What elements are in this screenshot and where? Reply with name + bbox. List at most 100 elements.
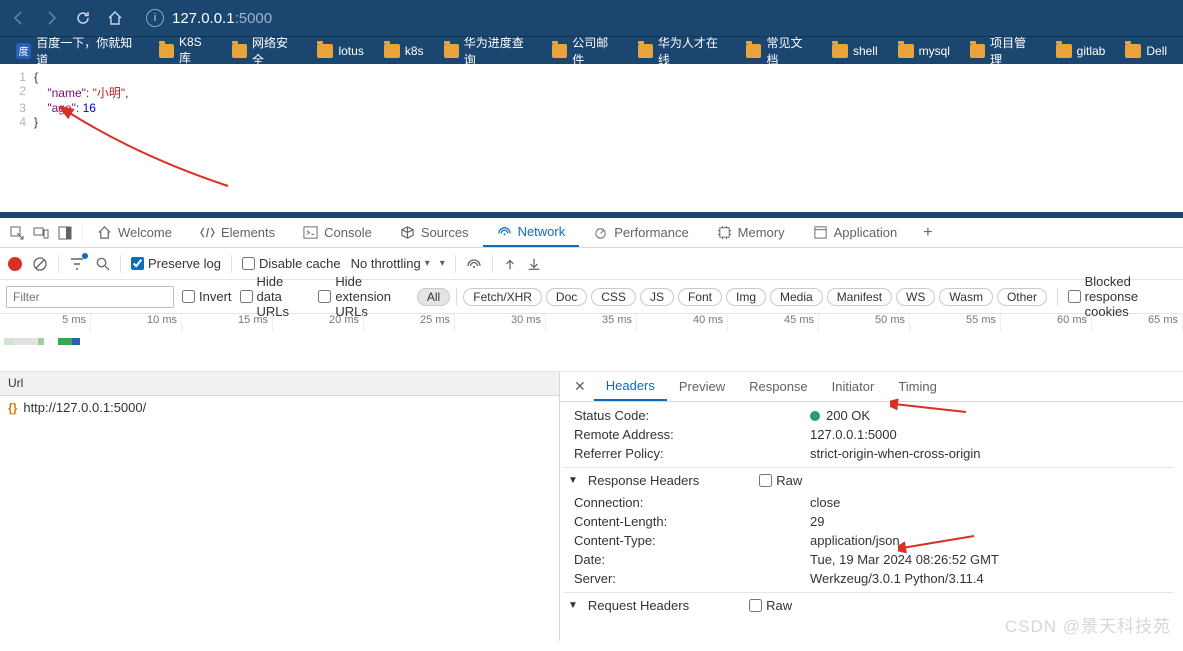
type-filter-doc[interactable]: Doc bbox=[546, 288, 587, 306]
bookmark-label: 华为进度查询 bbox=[464, 34, 532, 68]
folder-icon bbox=[1125, 44, 1141, 58]
type-filter-js[interactable]: JS bbox=[640, 288, 674, 306]
json-icon: {} bbox=[8, 401, 17, 415]
dock-side-icon[interactable] bbox=[56, 224, 74, 242]
bookmark-item[interactable]: Dell bbox=[1117, 42, 1175, 60]
bookmark-item[interactable]: shell bbox=[824, 42, 886, 60]
bookmark-item[interactable]: gitlab bbox=[1048, 42, 1114, 60]
hide-data-urls-checkbox[interactable]: Hide data URLs bbox=[240, 274, 311, 319]
more-tabs-button[interactable]: + bbox=[911, 224, 944, 242]
filter-toggle-icon[interactable] bbox=[69, 256, 85, 272]
url-text: 127.0.0.1:5000 bbox=[172, 10, 272, 27]
export-har-icon[interactable] bbox=[527, 257, 541, 271]
close-details-button[interactable]: ✕ bbox=[566, 378, 594, 395]
details-tab-headers[interactable]: Headers bbox=[594, 372, 667, 401]
timeline-tick: 30 ms bbox=[455, 314, 546, 332]
devtools-tabs: WelcomeElementsConsoleSourcesNetworkPerf… bbox=[0, 218, 1183, 248]
details-tab-preview[interactable]: Preview bbox=[667, 372, 737, 401]
timeline-tick: 5 ms bbox=[0, 314, 91, 332]
devtools-tab-network[interactable]: Network bbox=[483, 218, 580, 247]
preserve-log-checkbox[interactable]: Preserve log bbox=[131, 256, 221, 271]
filter-input[interactable] bbox=[6, 286, 174, 308]
record-button[interactable] bbox=[8, 257, 22, 271]
forward-button[interactable] bbox=[40, 7, 62, 29]
devtools-tab-console[interactable]: Console bbox=[289, 218, 386, 247]
bookmark-item[interactable]: mysql bbox=[890, 42, 958, 60]
folder-icon bbox=[552, 44, 567, 58]
details-tab-response[interactable]: Response bbox=[737, 372, 820, 401]
header-row: Status Code:200 OK bbox=[564, 406, 1173, 425]
type-filter-other[interactable]: Other bbox=[997, 288, 1047, 306]
header-row: Remote Address:127.0.0.1:5000 bbox=[564, 425, 1173, 444]
invert-checkbox[interactable]: Invert bbox=[182, 289, 232, 304]
site-info-icon[interactable]: i bbox=[146, 9, 164, 27]
request-row[interactable]: {} http://127.0.0.1:5000/ bbox=[0, 396, 559, 419]
type-filter-wasm[interactable]: Wasm bbox=[939, 288, 993, 306]
device-toggle-icon[interactable] bbox=[32, 224, 50, 242]
details-tab-initiator[interactable]: Initiator bbox=[820, 372, 887, 401]
header-row: Content-Type:application/json bbox=[564, 531, 1173, 550]
timeline-tick: 55 ms bbox=[910, 314, 1001, 332]
type-filter-media[interactable]: Media bbox=[770, 288, 823, 306]
devtools-tab-application[interactable]: Application bbox=[799, 218, 912, 247]
bookmark-item[interactable]: lotus bbox=[309, 42, 371, 60]
folder-icon bbox=[898, 44, 914, 58]
blocked-cookies-checkbox[interactable]: Blocked response cookies bbox=[1068, 274, 1177, 319]
bookmark-label: lotus bbox=[338, 44, 363, 58]
devtools-tab-performance[interactable]: Performance bbox=[579, 218, 702, 247]
reload-button[interactable] bbox=[72, 7, 94, 29]
type-filter-img[interactable]: Img bbox=[726, 288, 766, 306]
bookmark-item[interactable]: k8s bbox=[376, 42, 432, 60]
details-tab-timing[interactable]: Timing bbox=[886, 372, 949, 401]
timeline[interactable]: 5 ms10 ms15 ms20 ms25 ms30 ms35 ms40 ms4… bbox=[0, 314, 1183, 372]
request-list: Url {} http://127.0.0.1:5000/ bbox=[0, 372, 560, 641]
type-filter-font[interactable]: Font bbox=[678, 288, 722, 306]
bookmark-label: gitlab bbox=[1077, 44, 1106, 58]
header-row: Server:Werkzeug/3.0.1 Python/3.11.4 bbox=[564, 569, 1173, 588]
bookmark-label: 公司邮件 bbox=[572, 34, 618, 68]
devtools-tab-elements[interactable]: Elements bbox=[186, 218, 289, 247]
caret-down-icon: ▼ bbox=[568, 600, 578, 611]
timeline-tick: 50 ms bbox=[819, 314, 910, 332]
bookmarks-bar: 度百度一下，你就知道K8S库网络安全lotusk8s华为进度查询公司邮件华为人才… bbox=[0, 36, 1183, 64]
details-tabs: ✕ HeadersPreviewResponseInitiatorTiming bbox=[560, 372, 1183, 402]
back-button[interactable] bbox=[8, 7, 30, 29]
disable-cache-checkbox[interactable]: Disable cache bbox=[242, 256, 341, 271]
search-icon[interactable] bbox=[95, 256, 110, 271]
devtools-tab-memory[interactable]: Memory bbox=[703, 218, 799, 247]
type-filter-manifest[interactable]: Manifest bbox=[827, 288, 892, 306]
type-filter-all[interactable]: All bbox=[417, 288, 450, 306]
bookmark-label: 百度一下，你就知道 bbox=[36, 34, 139, 68]
type-filter-css[interactable]: CSS bbox=[591, 288, 636, 306]
timeline-tick: 65 ms bbox=[1092, 314, 1183, 332]
inspect-icon[interactable] bbox=[8, 224, 26, 242]
throttling-select[interactable]: No throttling bbox=[351, 256, 430, 271]
timeline-tick: 15 ms bbox=[182, 314, 273, 332]
home-button[interactable] bbox=[104, 7, 126, 29]
network-conditions-icon[interactable] bbox=[466, 256, 482, 272]
status-dot-icon bbox=[810, 411, 820, 421]
header-row: Date:Tue, 19 Mar 2024 08:26:52 GMT bbox=[564, 550, 1173, 569]
raw-toggle[interactable]: Raw bbox=[759, 473, 802, 488]
hide-extension-urls-checkbox[interactable]: Hide extension URLs bbox=[318, 274, 409, 319]
request-url: http://127.0.0.1:5000/ bbox=[23, 400, 146, 415]
address-bar[interactable]: i 127.0.0.1:5000 bbox=[136, 9, 1175, 27]
bookmark-item[interactable]: K8S库 bbox=[151, 33, 220, 68]
request-headers-section[interactable]: ▼ Request Headers Raw bbox=[564, 592, 1173, 618]
folder-icon bbox=[232, 44, 247, 58]
type-filter-fetch-xhr[interactable]: Fetch/XHR bbox=[463, 288, 542, 306]
raw-toggle-2[interactable]: Raw bbox=[749, 598, 792, 613]
response-headers-section[interactable]: ▼ Response Headers Raw bbox=[564, 467, 1173, 493]
bookmark-label: 常见文档 bbox=[766, 34, 812, 68]
caret-down-icon: ▼ bbox=[568, 475, 578, 486]
baidu-icon: 度 bbox=[16, 43, 31, 59]
devtools-tab-welcome[interactable]: Welcome bbox=[83, 218, 186, 247]
type-filter-ws[interactable]: WS bbox=[896, 288, 935, 306]
bookmark-label: shell bbox=[853, 44, 878, 58]
clear-button[interactable] bbox=[32, 256, 48, 272]
header-row: Connection:close bbox=[564, 493, 1173, 512]
timeline-tick: 60 ms bbox=[1001, 314, 1092, 332]
import-har-icon[interactable] bbox=[503, 257, 517, 271]
devtools-tab-sources[interactable]: Sources bbox=[386, 218, 483, 247]
network-split: Url {} http://127.0.0.1:5000/ ✕ HeadersP… bbox=[0, 372, 1183, 641]
